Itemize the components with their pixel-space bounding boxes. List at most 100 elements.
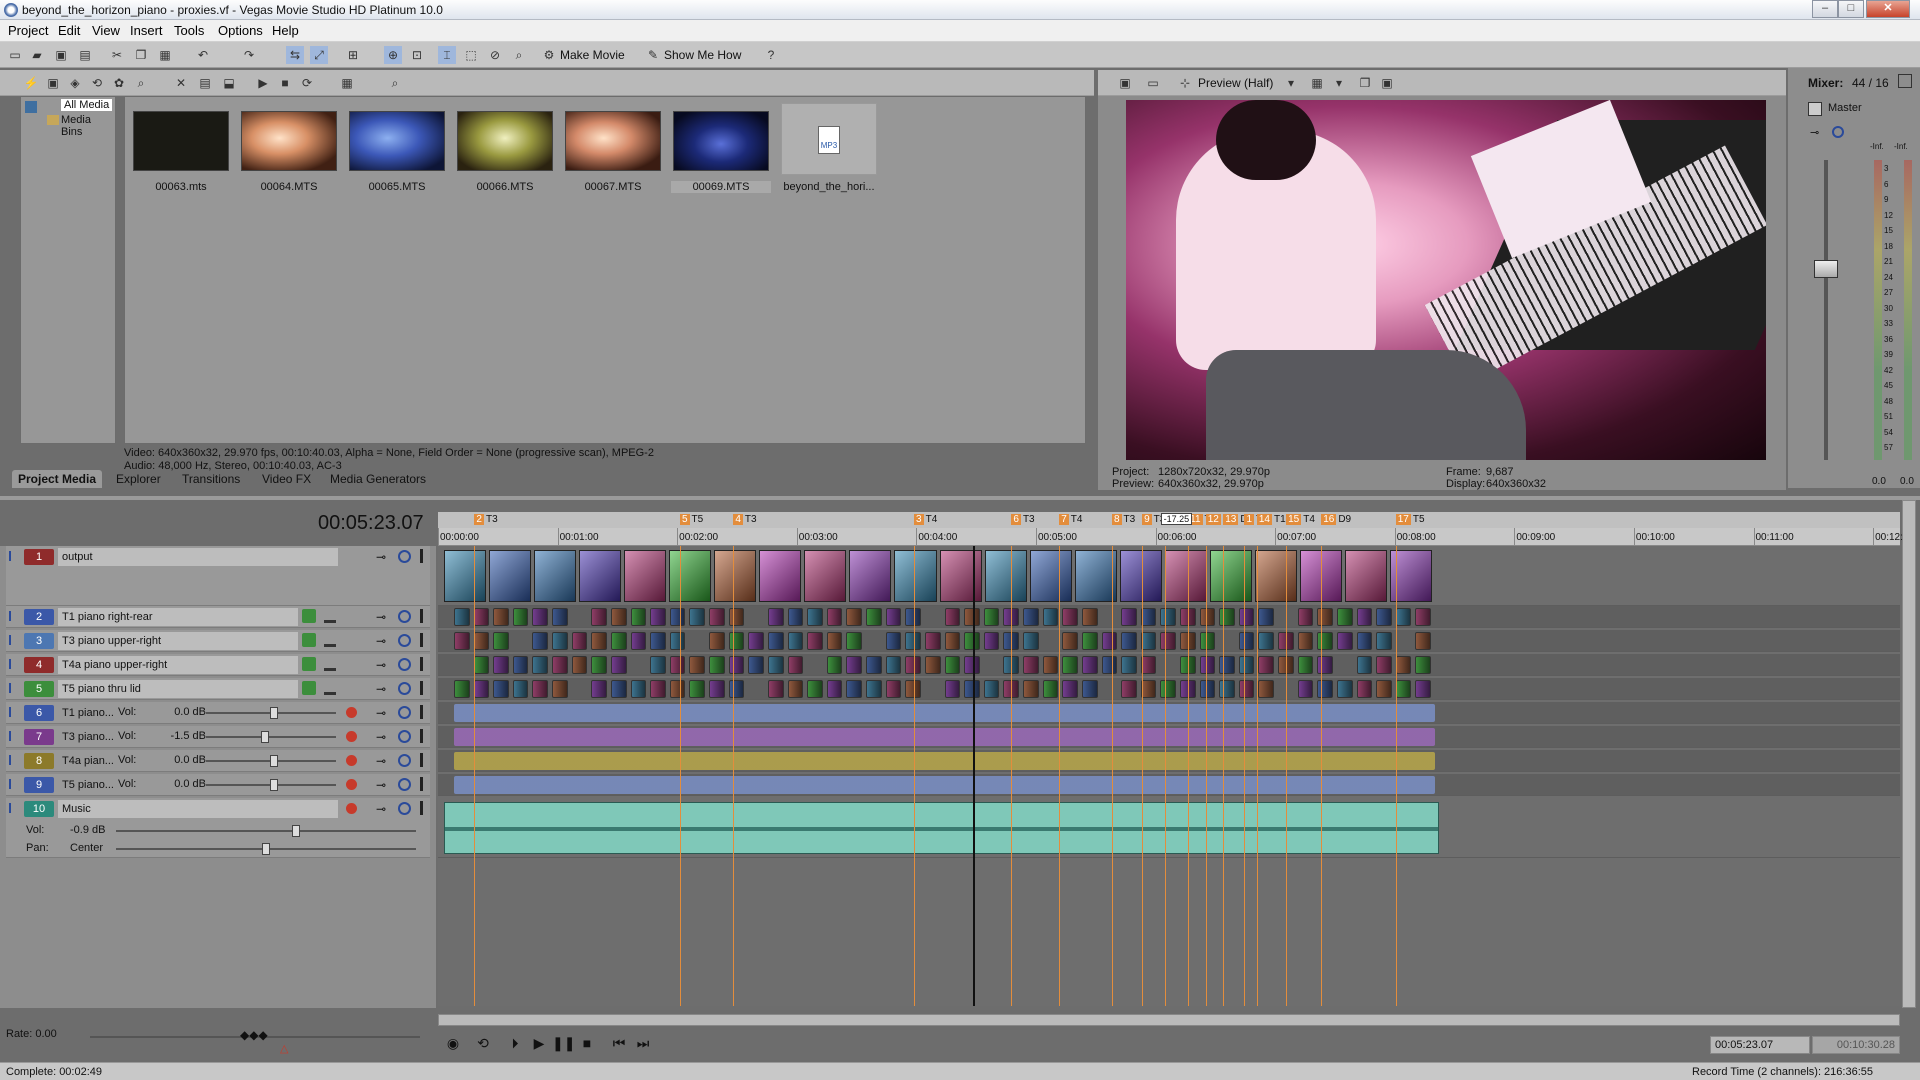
video-event[interactable] <box>454 680 470 698</box>
video-event[interactable] <box>473 680 490 698</box>
video-event[interactable] <box>849 550 892 602</box>
video-event[interactable] <box>650 680 666 698</box>
video-event[interactable] <box>767 608 784 626</box>
video-event[interactable] <box>591 656 607 674</box>
pause-button[interactable]: ❚❚ <box>552 1032 575 1054</box>
arm-record-icon[interactable] <box>346 803 357 814</box>
video-event[interactable] <box>1297 680 1314 698</box>
search-tool-icon[interactable]: ⌕ <box>510 46 528 64</box>
get-photos-icon[interactable]: ◈ <box>66 74 84 92</box>
timeline-marker[interactable]: 6 T3 <box>1011 514 1035 526</box>
video-event[interactable] <box>748 632 764 650</box>
video-event[interactable] <box>1042 680 1059 698</box>
track-name[interactable]: T5 piano... <box>58 776 118 794</box>
play-cursor[interactable] <box>972 546 975 1006</box>
video-event[interactable] <box>493 656 509 674</box>
video-event[interactable] <box>650 656 666 674</box>
video-event[interactable] <box>1199 656 1216 674</box>
search-media-icon[interactable]: ⌕ <box>132 74 150 92</box>
video-event[interactable] <box>669 680 686 698</box>
video-event[interactable] <box>552 656 568 674</box>
mute-icon[interactable] <box>398 778 411 791</box>
mute-icon[interactable] <box>398 754 411 767</box>
volume-slider[interactable] <box>206 707 336 719</box>
video-event[interactable] <box>944 680 961 698</box>
solo-icon[interactable] <box>420 753 423 767</box>
track-fx-icon[interactable]: ⊸ <box>376 754 386 768</box>
menu-insert[interactable]: Insert <box>130 23 163 38</box>
timeline-row[interactable] <box>438 630 1900 652</box>
video-event[interactable] <box>709 632 725 650</box>
video-event[interactable] <box>1062 656 1078 674</box>
thumbnail[interactable] <box>349 111 445 171</box>
track-header-4[interactable]: 4 T4a piano upper-right ⊸ <box>6 654 430 676</box>
video-event[interactable] <box>939 550 982 602</box>
menu-tools[interactable]: Tools <box>174 23 204 38</box>
video-event[interactable] <box>1023 680 1039 698</box>
make-compositing-child-icon[interactable] <box>324 657 336 671</box>
track-header-9[interactable]: 9 T5 piano... Vol: 0.0 dB ⊸ <box>6 774 430 796</box>
track-header-2[interactable]: 2 T1 piano right-rear ⊸ <box>6 606 430 628</box>
video-event[interactable] <box>807 632 823 650</box>
normal-edit-tool-icon[interactable]: ⊕ <box>384 46 402 64</box>
video-event[interactable] <box>728 656 745 674</box>
video-event[interactable] <box>493 608 509 626</box>
menu-edit[interactable]: Edit <box>58 23 80 38</box>
timeline-row[interactable] <box>438 702 1900 724</box>
timeline-row[interactable] <box>438 798 1900 858</box>
timeline-row[interactable] <box>438 774 1900 796</box>
timeline-marker[interactable]: 15 T4 <box>1286 514 1315 526</box>
track-expand-icon[interactable] <box>9 779 19 789</box>
chevron-down-icon[interactable]: ▾ <box>1282 74 1300 92</box>
track-expand-icon[interactable] <box>9 707 19 717</box>
copy-snapshot-icon[interactable]: ❐ <box>1356 74 1374 92</box>
tab-video-fx[interactable]: Video FX <box>256 470 317 488</box>
splitter[interactable] <box>0 496 1920 500</box>
video-event[interactable] <box>650 608 666 626</box>
video-event[interactable] <box>444 550 487 602</box>
timeline-marker[interactable]: 4 T3 <box>733 514 757 526</box>
video-event[interactable] <box>630 608 647 626</box>
tab-project-media[interactable]: Project Media <box>12 470 103 488</box>
track-name[interactable]: T3 piano... <box>58 728 118 746</box>
master-fx-icon[interactable]: ⊸ <box>1810 126 1819 139</box>
import-media-icon[interactable]: ⚡ <box>22 74 40 92</box>
timeline-row[interactable] <box>438 546 1900 606</box>
video-event[interactable] <box>1160 632 1176 650</box>
minimize-button[interactable]: – <box>1812 0 1838 18</box>
video-event[interactable] <box>1119 550 1162 602</box>
video-event[interactable] <box>709 656 725 674</box>
video-event[interactable] <box>944 632 961 650</box>
video-event[interactable] <box>669 608 686 626</box>
track-name[interactable]: T3 piano upper-right <box>58 632 298 650</box>
video-event[interactable] <box>1081 680 1098 698</box>
timeline-row[interactable] <box>438 750 1900 772</box>
remove-media-icon[interactable]: ✕ <box>172 74 190 92</box>
video-event[interactable] <box>1062 680 1078 698</box>
volume-slider[interactable] <box>206 731 336 743</box>
tab-transitions[interactable]: Transitions <box>176 470 246 488</box>
capture-video-icon[interactable]: ▣ <box>44 74 62 92</box>
solo-icon[interactable] <box>420 633 423 647</box>
volume-slider[interactable] <box>116 825 416 837</box>
video-event[interactable] <box>787 680 804 698</box>
media-proxy-icon[interactable]: ⬓ <box>220 74 238 92</box>
video-event[interactable] <box>610 656 627 674</box>
close-button[interactable]: ✕ <box>1866 0 1910 18</box>
thumbnail[interactable]: MP3 <box>781 103 877 175</box>
cut-icon[interactable]: ✂ <box>108 46 126 64</box>
thumbnail[interactable] <box>565 111 661 171</box>
video-event[interactable] <box>1238 656 1255 674</box>
video-event[interactable] <box>1042 608 1059 626</box>
video-event[interactable] <box>1356 656 1373 674</box>
maximize-button[interactable]: □ <box>1838 0 1864 18</box>
video-event[interactable] <box>1023 656 1039 674</box>
video-event[interactable] <box>1219 608 1235 626</box>
master-fader-handle[interactable] <box>1814 260 1838 278</box>
video-event[interactable] <box>866 608 882 626</box>
video-event[interactable] <box>473 632 490 650</box>
video-event[interactable] <box>1160 608 1176 626</box>
play-button[interactable]: ▶ <box>528 1032 550 1054</box>
timeline-marker[interactable]: 8 T3 <box>1111 514 1135 526</box>
arm-record-icon[interactable] <box>346 731 357 742</box>
